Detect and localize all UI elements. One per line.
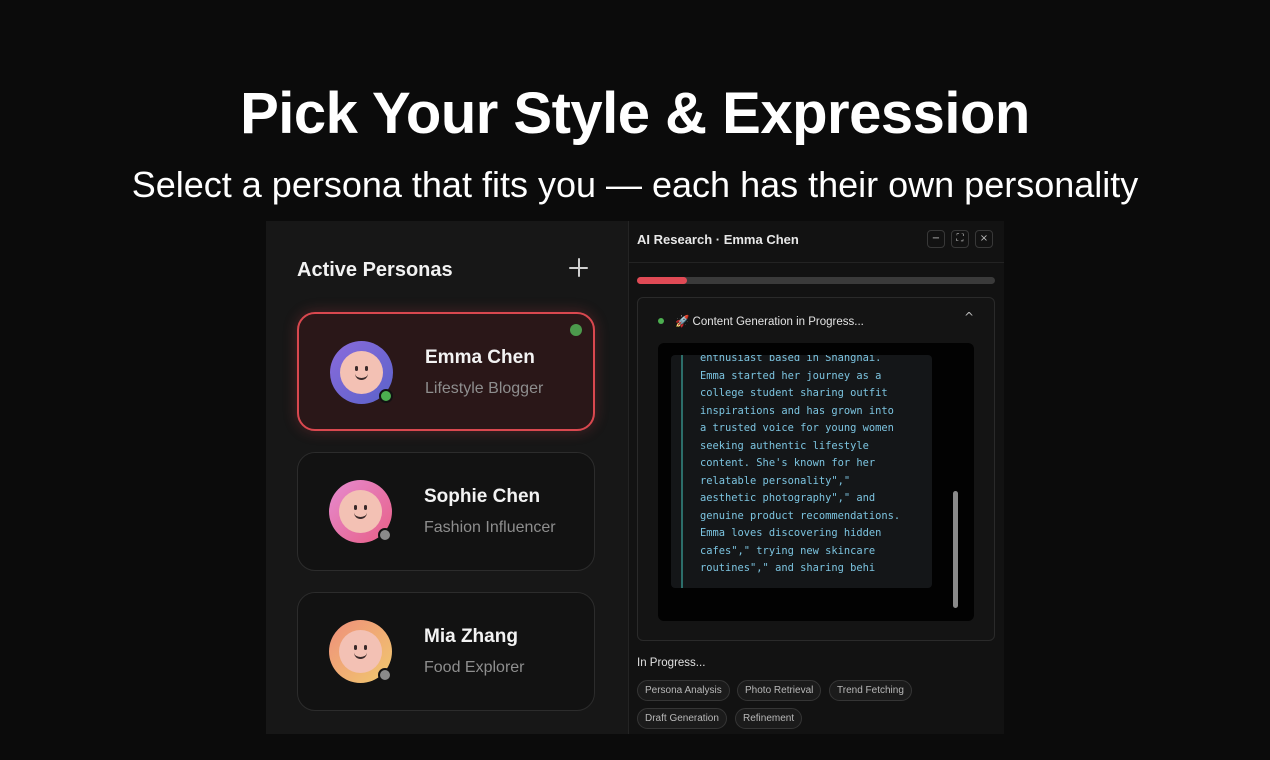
- persona-card-sophie[interactable]: Sophie Chen Fashion Influencer: [297, 452, 595, 571]
- generated-text-area: enthusiast based in Shanghai. Emma start…: [671, 355, 932, 588]
- personas-panel: Active Personas Emma Chen Lifestyle Blog…: [266, 221, 628, 734]
- page-subtitle: Select a persona that fits you — each ha…: [131, 164, 1139, 205]
- avatar: [329, 480, 392, 543]
- step-chip-refinement: Refinement: [735, 708, 803, 729]
- smiley-face-icon: [340, 351, 383, 394]
- divider: [629, 262, 1004, 263]
- step-chip-photo-retrieval: Photo Retrieval: [737, 680, 822, 701]
- app-window: Active Personas Emma Chen Lifestyle Blog…: [266, 221, 1004, 734]
- personas-panel-title: Active Personas: [297, 259, 453, 281]
- chevron-up-icon[interactable]: ^: [964, 310, 974, 324]
- content-generation-label: 🚀 Content Generation in Progress...: [675, 316, 864, 328]
- progress-bar-fill: [637, 277, 688, 284]
- step-chip-persona-analysis: Persona Analysis: [637, 680, 730, 701]
- offline-status-dot: [378, 528, 392, 542]
- avatar: [329, 620, 392, 683]
- persona-name: Mia Zhang: [424, 626, 518, 647]
- active-indicator-dot: [570, 324, 582, 336]
- close-button[interactable]: ×: [975, 230, 993, 248]
- persona-name: Emma Chen: [425, 347, 535, 368]
- step-chip-draft-generation: Draft Generation: [637, 708, 727, 729]
- expand-button[interactable]: ⛶: [951, 230, 969, 248]
- smiley-face-icon: [339, 490, 382, 533]
- progress-bar: [637, 277, 995, 284]
- offline-status-dot: [378, 668, 392, 682]
- step-chip-trend-fetching: Trend Fetching: [829, 680, 912, 701]
- persona-role: Food Explorer: [424, 659, 525, 676]
- research-window-title: AI Research · Emma Chen: [637, 232, 799, 247]
- status-dot: [658, 318, 664, 324]
- generated-text: enthusiast based in Shanghai. Emma start…: [700, 355, 901, 574]
- scrollbar[interactable]: [953, 355, 958, 608]
- page-title: Pick Your Style & Expression: [240, 81, 1030, 146]
- persona-name: Sophie Chen: [424, 486, 541, 507]
- content-generation-panel: 🚀 Content Generation in Progress... ^ en…: [637, 297, 995, 641]
- generated-text-viewer: enthusiast based in Shanghai. Emma start…: [658, 343, 974, 621]
- quote-bar: [681, 355, 683, 588]
- persona-card-emma[interactable]: Emma Chen Lifestyle Blogger: [297, 312, 595, 431]
- scrollbar-thumb[interactable]: [953, 491, 958, 608]
- steps-title: In Progress...: [637, 657, 706, 669]
- online-status-dot: [379, 389, 393, 403]
- persona-role: Lifestyle Blogger: [425, 380, 544, 397]
- minimize-button[interactable]: −: [927, 230, 945, 248]
- persona-role: Fashion Influencer: [424, 519, 556, 536]
- research-window: AI Research · Emma Chen − ⛶ × 🚀 Content …: [628, 221, 1004, 734]
- avatar: [330, 341, 393, 404]
- add-persona-button[interactable]: [566, 255, 592, 281]
- smiley-face-icon: [339, 630, 382, 673]
- persona-card-mia[interactable]: Mia Zhang Food Explorer: [297, 592, 595, 711]
